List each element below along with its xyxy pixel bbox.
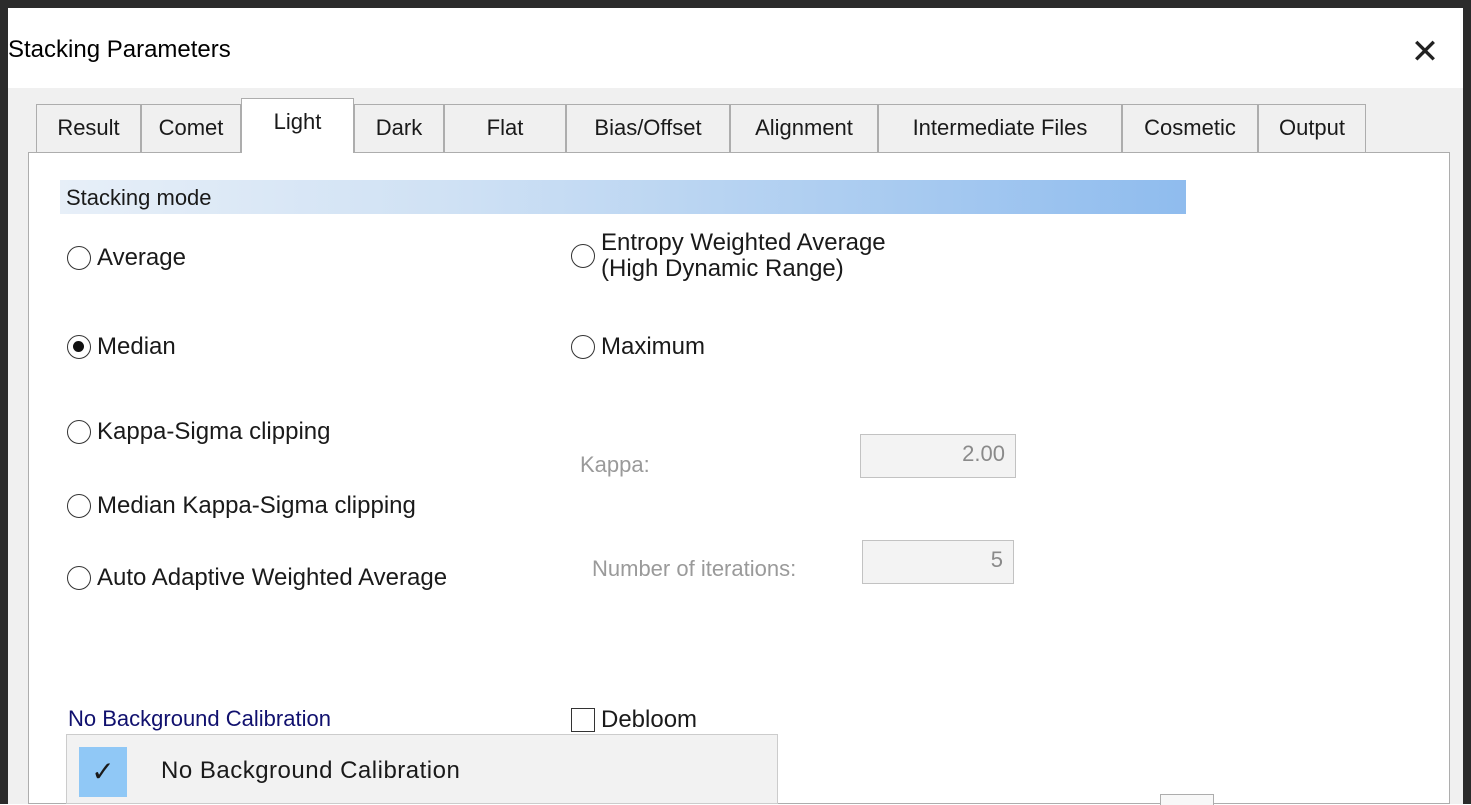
radio-selected-icon (67, 335, 91, 359)
radio-maximum-label: Maximum (601, 333, 706, 360)
radio-average-label: Average (97, 244, 186, 271)
radio-median[interactable]: Median (67, 333, 176, 361)
radio-circle-icon (571, 244, 595, 268)
tab-output[interactable]: Output (1258, 104, 1366, 152)
background-calibration-menu: ✓ No Background Calibration (66, 734, 778, 804)
check-icon: ✓ (79, 747, 127, 797)
background-strip-right (1463, 0, 1471, 804)
checkbox-icon (571, 708, 595, 732)
tab-intermediate-files[interactable]: Intermediate Files (878, 104, 1122, 152)
radio-median-label: Median (97, 333, 176, 360)
background-strip-top (0, 0, 1471, 8)
radio-circle-icon (67, 494, 91, 518)
background-calibration-link[interactable]: No Background Calibration (68, 706, 331, 732)
partial-button-edge (1160, 794, 1214, 805)
menu-item-label: No Background Calibration (161, 757, 461, 784)
radio-median-kappa-sigma-clipping[interactable]: Median Kappa-Sigma clipping (67, 492, 416, 520)
radio-entropy-label: Entropy Weighted Average (High Dynamic R… (601, 230, 886, 282)
debloom-label: Debloom (601, 706, 698, 733)
radio-circle-icon (67, 420, 91, 444)
radio-auto-adaptive-weighted-average[interactable]: Auto Adaptive Weighted Average (67, 564, 447, 592)
radio-maximum[interactable]: Maximum (571, 333, 705, 361)
tab-result[interactable]: Result (36, 104, 141, 152)
tab-comet[interactable]: Comet (141, 104, 241, 152)
radio-auto-adaptive-label: Auto Adaptive Weighted Average (97, 564, 448, 591)
radio-average[interactable]: Average (67, 244, 186, 272)
radio-circle-icon (67, 246, 91, 270)
iterations-label: Number of iterations: (592, 556, 797, 581)
kappa-field[interactable]: 2.00 (860, 434, 1016, 478)
close-icon[interactable]: ✕ (1403, 32, 1447, 72)
radio-circle-icon (571, 335, 595, 359)
window-title: Stacking Parameters (8, 36, 231, 63)
tab-alignment[interactable]: Alignment (730, 104, 878, 152)
stacking-mode-title: Stacking mode (66, 185, 212, 210)
radio-kappa-sigma-clipping[interactable]: Kappa-Sigma clipping (67, 418, 330, 446)
tab-bias-offset[interactable]: Bias/Offset (566, 104, 730, 152)
radio-circle-icon (67, 566, 91, 590)
tab-light[interactable]: Light (241, 98, 354, 153)
kappa-label: Kappa: (580, 452, 650, 477)
stacking-mode-header: Stacking mode (60, 180, 1186, 214)
radio-entropy-label-line1: Entropy Weighted Average (601, 229, 886, 256)
iterations-field[interactable]: 5 (862, 540, 1014, 584)
background-strip-left (0, 0, 8, 804)
tab-dark[interactable]: Dark (354, 104, 444, 152)
menu-item-no-background-calibration[interactable]: ✓ No Background Calibration (67, 735, 777, 805)
radio-entropy-label-line2: (High Dynamic Range) (601, 255, 844, 282)
tab-cosmetic[interactable]: Cosmetic (1122, 104, 1258, 152)
tab-flat[interactable]: Flat (444, 104, 566, 152)
radio-kappa-sigma-label: Kappa-Sigma clipping (97, 418, 331, 445)
radio-median-kappa-sigma-label: Median Kappa-Sigma clipping (97, 492, 416, 519)
title-bar: Stacking Parameters ✕ (8, 8, 1463, 88)
radio-entropy-weighted-average[interactable]: Entropy Weighted Average (High Dynamic R… (571, 230, 886, 282)
debloom-checkbox[interactable]: Debloom (571, 706, 697, 734)
